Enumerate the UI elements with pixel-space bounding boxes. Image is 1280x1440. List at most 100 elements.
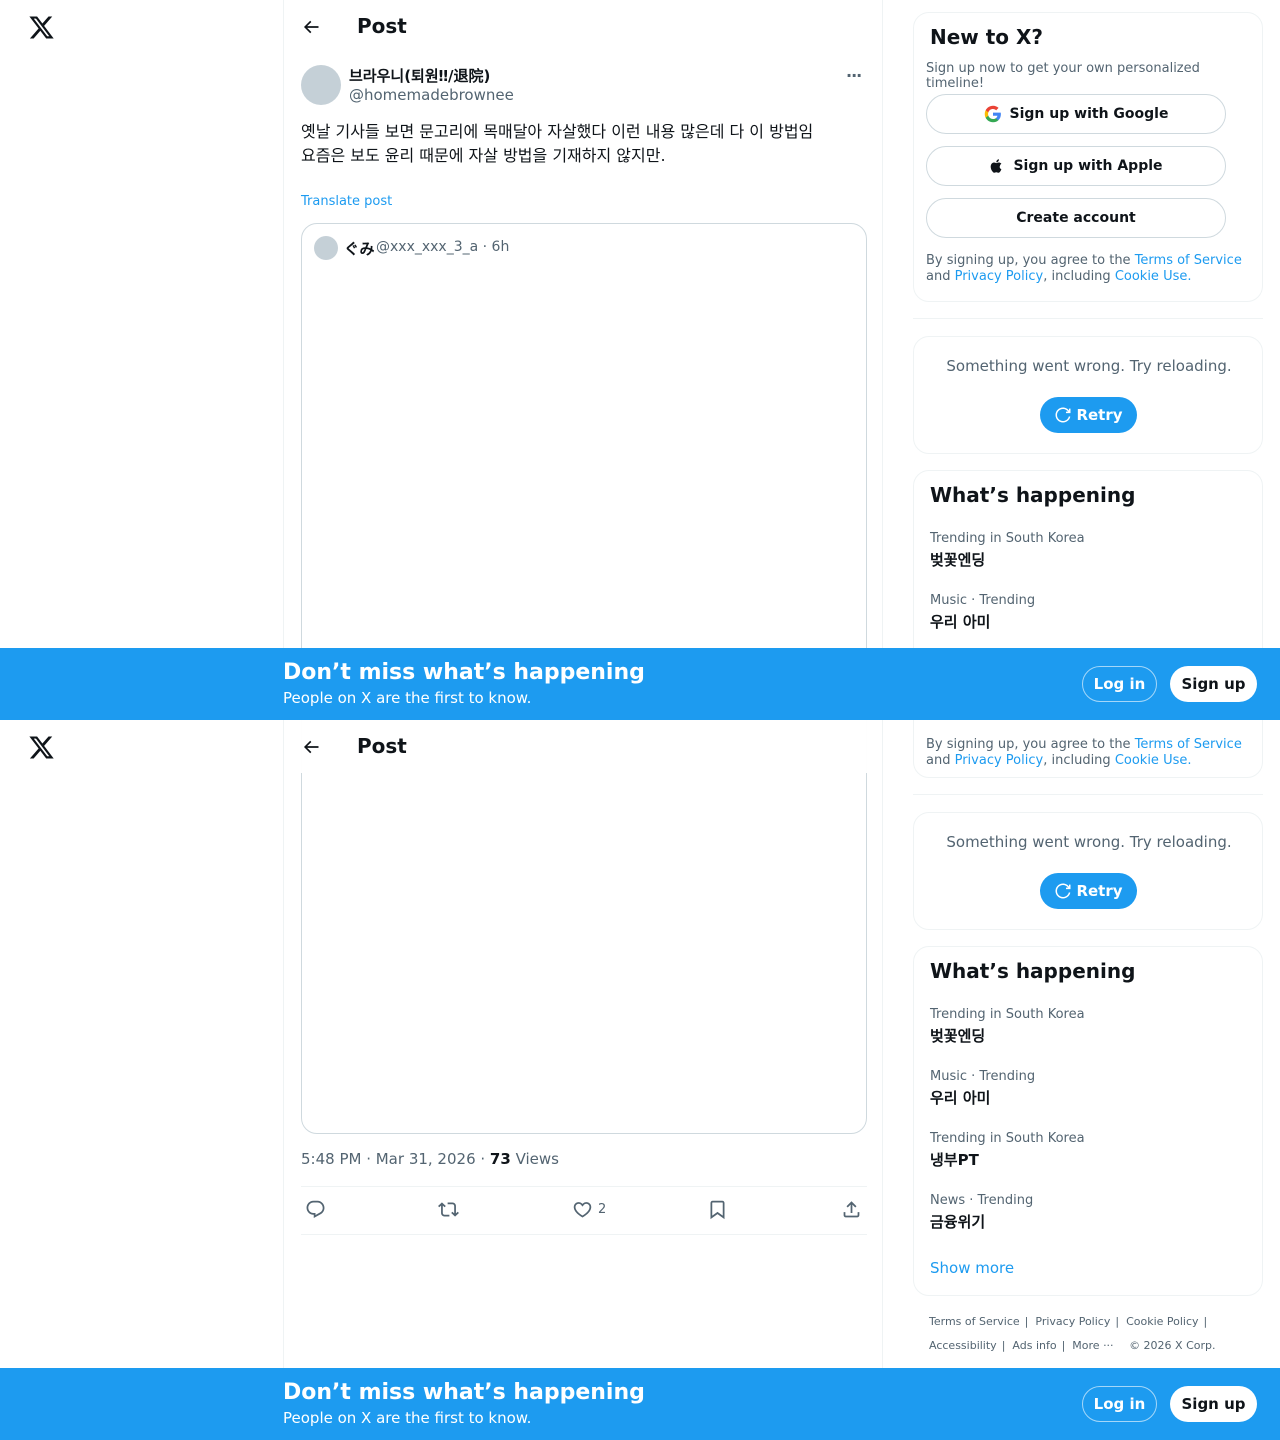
quoted-post-card[interactable] — [301, 720, 867, 1134]
repost-button[interactable] — [438, 1199, 459, 1220]
sidebar-divider — [913, 794, 1263, 795]
trends-title: What’s happening — [930, 483, 1136, 507]
trend-name: 벚꽃엔딩 — [930, 1027, 986, 1045]
post-text: 옛날 기사들 보면 문고리에 목매달아 자살했다 이런 내용 많은데 다 이 방… — [301, 120, 867, 168]
reply-button[interactable] — [305, 1199, 326, 1220]
legal-text: By signing up, you agree to the — [926, 253, 1135, 268]
trend-item[interactable]: News · Trending 금융위기 — [930, 1193, 1033, 1232]
banner-login-button[interactable]: Log in — [1082, 666, 1157, 702]
repost-icon — [438, 1202, 459, 1217]
retry-button[interactable]: Retry — [1040, 873, 1137, 909]
banner-login-button[interactable]: Log in — [1082, 1386, 1157, 1422]
trend-name: 금융위기 — [930, 1213, 986, 1231]
banner-signup-button[interactable]: Sign up — [1170, 666, 1257, 702]
footer-more-link[interactable]: More ··· — [1072, 1339, 1113, 1352]
terms-link[interactable]: Terms of Service — [1135, 737, 1242, 752]
login-banner: Don’t miss what’s happening People on X … — [0, 1368, 1280, 1440]
trend-item[interactable]: Trending in South Korea 냉부PT — [930, 1131, 1085, 1170]
translate-post-link[interactable]: Translate post — [301, 194, 392, 209]
legal-text: and — [926, 753, 955, 768]
back-arrow-icon[interactable] — [298, 14, 324, 40]
back-arrow-icon[interactable] — [298, 734, 324, 760]
like-button[interactable]: 2 — [572, 1199, 606, 1220]
post-text-line: 옛날 기사들 보면 문고리에 목매달아 자살했다 이런 내용 많은데 다 이 방… — [301, 122, 814, 141]
trend-context: Music · Trending — [930, 593, 1036, 608]
footer-copyright: © 2026 X Corp. — [1129, 1339, 1216, 1352]
signup-card: By signing up, you agree to the Terms of… — [913, 720, 1263, 778]
cookie-link[interactable]: Cookie Use. — [1115, 269, 1192, 284]
post-text-line: 요즘은 보도 윤리 때문에 자살 방법을 기재하지 않지만. — [301, 146, 666, 165]
trend-item[interactable]: Music · Trending 우리 아미 — [930, 1069, 1035, 1108]
bookmark-button[interactable] — [707, 1199, 728, 1220]
sidebar-divider — [913, 318, 1263, 319]
more-options-icon[interactable]: ··· — [846, 66, 862, 85]
post-header: Post — [284, 0, 882, 53]
legal-text: By signing up, you agree to the — [926, 737, 1135, 752]
signup-apple-button[interactable]: Sign up with Apple — [926, 146, 1226, 186]
trend-item[interactable]: Music · Trending 우리 아미 — [930, 593, 1035, 632]
x-logo-icon[interactable] — [28, 734, 55, 761]
trend-name: 우리 아미 — [930, 613, 991, 631]
signup-card-title: New to X? — [930, 25, 1044, 49]
refresh-icon — [1055, 883, 1071, 899]
post-action-bar: 2 — [301, 1186, 867, 1235]
author-handle[interactable]: @homemadebrownee — [349, 86, 514, 104]
legal-text: and — [926, 269, 955, 284]
error-message: Something went wrong. Try reloading. — [946, 833, 1232, 851]
login-banner: Don’t miss what’s happening People on X … — [0, 648, 1280, 720]
footer-cookie-link[interactable]: Cookie Policy — [1126, 1315, 1198, 1328]
google-icon — [984, 105, 1002, 123]
trend-context: News · Trending — [930, 1193, 1034, 1208]
footer-privacy-link[interactable]: Privacy Policy — [1035, 1315, 1110, 1328]
create-account-button[interactable]: Create account — [926, 198, 1226, 238]
like-count: 2 — [598, 1202, 607, 1217]
legal-text: , including — [1043, 269, 1115, 284]
retry-button[interactable]: Retry — [1040, 397, 1137, 433]
trend-name: 벚꽃엔딩 — [930, 551, 986, 569]
banner-signup-button[interactable]: Sign up — [1170, 1386, 1257, 1422]
primary-column: Post 5:48 PM · Mar 31, 2026 · 73 Views 2 — [283, 720, 883, 1440]
author-avatar[interactable] — [301, 65, 341, 105]
signup-apple-label: Sign up with Apple — [1013, 158, 1163, 174]
apple-icon — [989, 157, 1005, 175]
views-count: 73 — [489, 1150, 511, 1168]
error-message: Something went wrong. Try reloading. — [946, 357, 1232, 375]
author-name[interactable]: 브라우니(퇴원‼/退院) — [349, 65, 490, 86]
signup-card: New to X? Sign up now to get your own pe… — [913, 12, 1263, 302]
trend-name: 냉부PT — [930, 1151, 979, 1169]
quoted-post-card[interactable]: ぐみ @xxx_xxx_3_a · 6h — [301, 223, 867, 683]
trend-item[interactable]: Trending in South Korea 벚꽃엔딩 — [930, 1007, 1085, 1046]
show-more-link[interactable]: Show more — [930, 1259, 1014, 1277]
page-title: Post — [357, 14, 407, 38]
privacy-link[interactable]: Privacy Policy — [955, 753, 1044, 768]
timestamp-text: 5:48 PM · Mar 31, 2026 · — [301, 1150, 490, 1168]
footer-ads-link[interactable]: Ads info — [1012, 1339, 1056, 1352]
cookie-link[interactable]: Cookie Use. — [1115, 753, 1192, 768]
bookmark-icon — [710, 1200, 725, 1220]
x-logo-icon[interactable] — [28, 14, 55, 41]
post-timestamp: 5:48 PM · Mar 31, 2026 · 73 Views — [301, 1150, 559, 1168]
privacy-link[interactable]: Privacy Policy — [955, 269, 1044, 284]
trend-context: Trending in South Korea — [930, 1131, 1085, 1146]
footer-terms-link[interactable]: Terms of Service — [929, 1315, 1020, 1328]
error-card: Something went wrong. Try reloading. Ret… — [913, 336, 1263, 454]
trend-item[interactable]: Trending in South Korea 벚꽃엔딩 — [930, 531, 1085, 570]
primary-column: Post 브라우니(퇴원‼/退院) @homemadebrownee ··· 옛… — [283, 0, 883, 720]
trend-context: Trending in South Korea — [930, 1007, 1085, 1022]
trend-context: Trending in South Korea — [930, 531, 1085, 546]
trend-name: 우리 아미 — [930, 1089, 991, 1107]
quote-avatar — [314, 236, 338, 260]
banner-subtitle: People on X are the first to know. — [283, 1409, 532, 1427]
share-button[interactable] — [841, 1199, 862, 1220]
views-label: Views — [510, 1150, 559, 1168]
signup-google-button[interactable]: Sign up with Google — [926, 94, 1226, 134]
refresh-icon — [1055, 407, 1071, 423]
post-header: Post — [284, 720, 882, 773]
trends-card: What’s happening Trending in South Korea… — [913, 946, 1263, 1296]
terms-link[interactable]: Terms of Service — [1135, 253, 1242, 268]
viewport-scrolled: Post 5:48 PM · Mar 31, 2026 · 73 Views 2 — [0, 720, 1280, 1440]
banner-title: Don’t miss what’s happening — [283, 1380, 645, 1405]
viewport-top: Post 브라우니(퇴원‼/退院) @homemadebrownee ··· 옛… — [0, 0, 1280, 720]
footer-accessibility-link[interactable]: Accessibility — [929, 1339, 997, 1352]
signup-legal-text: By signing up, you agree to the Terms of… — [926, 737, 1252, 769]
